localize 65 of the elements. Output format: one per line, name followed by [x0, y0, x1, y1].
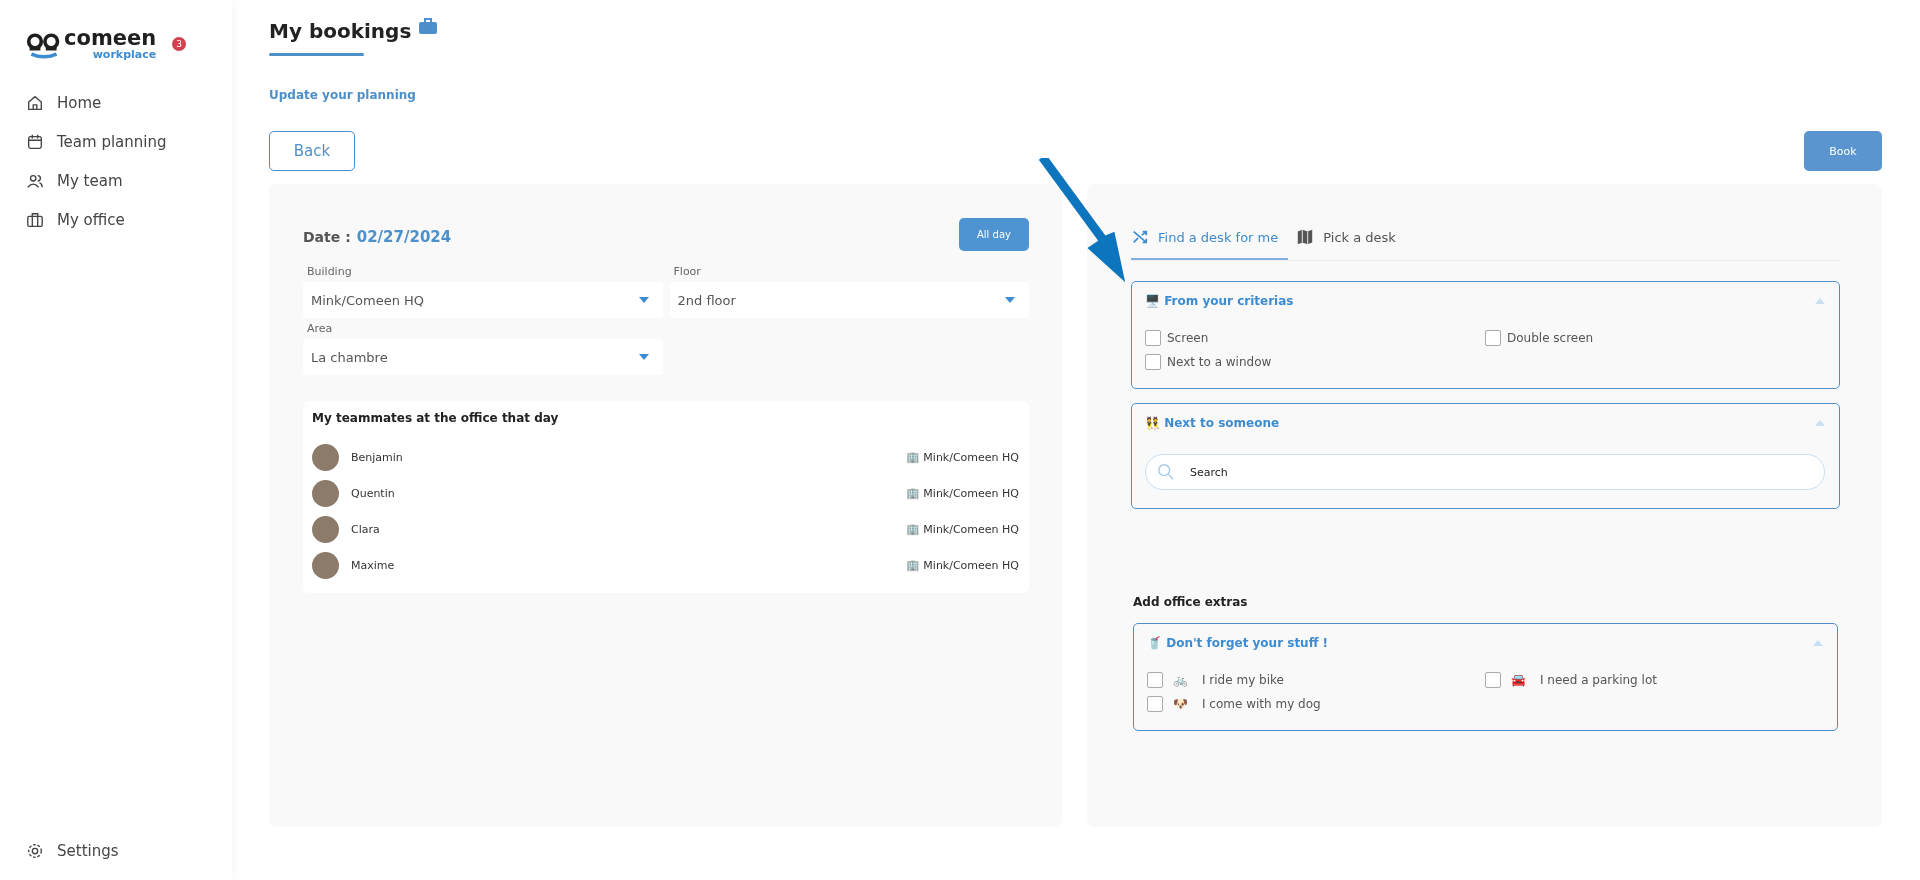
checkbox[interactable]	[1485, 672, 1501, 688]
option-label: I come with my dog	[1202, 697, 1321, 711]
avatar	[312, 551, 339, 579]
teammate-name: Benjamin	[351, 450, 403, 464]
dropdown-field[interactable]: La chambre	[303, 339, 663, 375]
tab[interactable]: Pick a desk	[1296, 228, 1406, 260]
briefcase-icon	[419, 18, 438, 34]
date-label: Date :	[303, 229, 351, 245]
search-icon	[1157, 463, 1175, 481]
caret-icon	[638, 354, 649, 360]
nav-item[interactable]: My office	[26, 207, 232, 232]
teammate-location: 🏢 Mink/Comeen HQ	[905, 450, 1019, 464]
logo-icon	[26, 32, 62, 60]
teammate-name: Clara	[351, 522, 380, 536]
caret-icon	[638, 297, 649, 303]
field-label: Floor	[672, 264, 702, 280]
collapse-caret-icon[interactable]	[1815, 298, 1825, 304]
dropdown-field[interactable]: Mink/Comeen HQ	[303, 282, 663, 318]
nav-item[interactable]: Home	[26, 90, 232, 115]
logo-subtitle: workplace	[92, 49, 157, 60]
checkbox[interactable]	[1145, 330, 1161, 346]
section-heading: Add office extras	[1133, 595, 1249, 609]
nav-item[interactable]: Team planning	[26, 129, 232, 154]
briefcase-icon	[26, 210, 44, 229]
option-label: I ride my bike	[1202, 673, 1284, 687]
teammate-location: 🏢 Mink/Comeen HQ	[905, 486, 1019, 500]
teammate-name: Maxime	[351, 558, 395, 572]
avatar	[312, 443, 339, 471]
avatar	[312, 515, 339, 543]
search-field[interactable]: Search	[1145, 454, 1825, 490]
tab[interactable]: Find a desk for me	[1131, 228, 1289, 260]
checkbox[interactable]	[1145, 354, 1161, 370]
option-emoji: 🚲	[1173, 673, 1188, 687]
shuffle-icon	[1131, 228, 1149, 246]
option-label: Double screen	[1507, 331, 1594, 345]
notification-badge: 3	[172, 37, 187, 51]
collapse-caret-icon[interactable]	[1813, 640, 1823, 646]
checkbox[interactable]	[1147, 696, 1163, 712]
logo-wordmark: comeen	[64, 28, 157, 49]
date-value: 02/27/2024	[356, 228, 452, 246]
option-label: Next to a window	[1167, 355, 1272, 369]
option-emoji: 🐶	[1173, 697, 1188, 711]
checkbox[interactable]	[1147, 672, 1163, 688]
teammate-location: 🏢 Mink/Comeen HQ	[905, 558, 1019, 572]
settings-link[interactable]: Settings	[26, 838, 232, 863]
option-label: I need a parking lot	[1540, 673, 1657, 687]
map-icon	[1296, 228, 1315, 246]
field-label: Area	[306, 321, 334, 337]
option-label: Screen	[1167, 331, 1209, 345]
teammate-name: Quentin	[351, 486, 395, 500]
page-title: My bookings	[269, 19, 412, 43]
field-label: Building	[306, 264, 353, 280]
nav-item[interactable]: My team	[26, 168, 232, 193]
dropdown-field[interactable]: 2nd floor	[669, 282, 1029, 318]
checkbox[interactable]	[1485, 330, 1501, 346]
avatar	[312, 479, 339, 507]
back-button[interactable]: Back	[269, 131, 355, 171]
collapse-caret-icon[interactable]	[1815, 420, 1825, 426]
home-icon	[26, 93, 44, 112]
teammates-heading: My teammates at the office that day	[312, 411, 560, 425]
calendar-icon	[26, 132, 44, 151]
caret-icon	[1005, 297, 1015, 303]
option-emoji: 🚘	[1511, 673, 1526, 687]
settings-icon	[26, 841, 44, 860]
teammate-location: 🏢 Mink/Comeen HQ	[905, 522, 1019, 536]
